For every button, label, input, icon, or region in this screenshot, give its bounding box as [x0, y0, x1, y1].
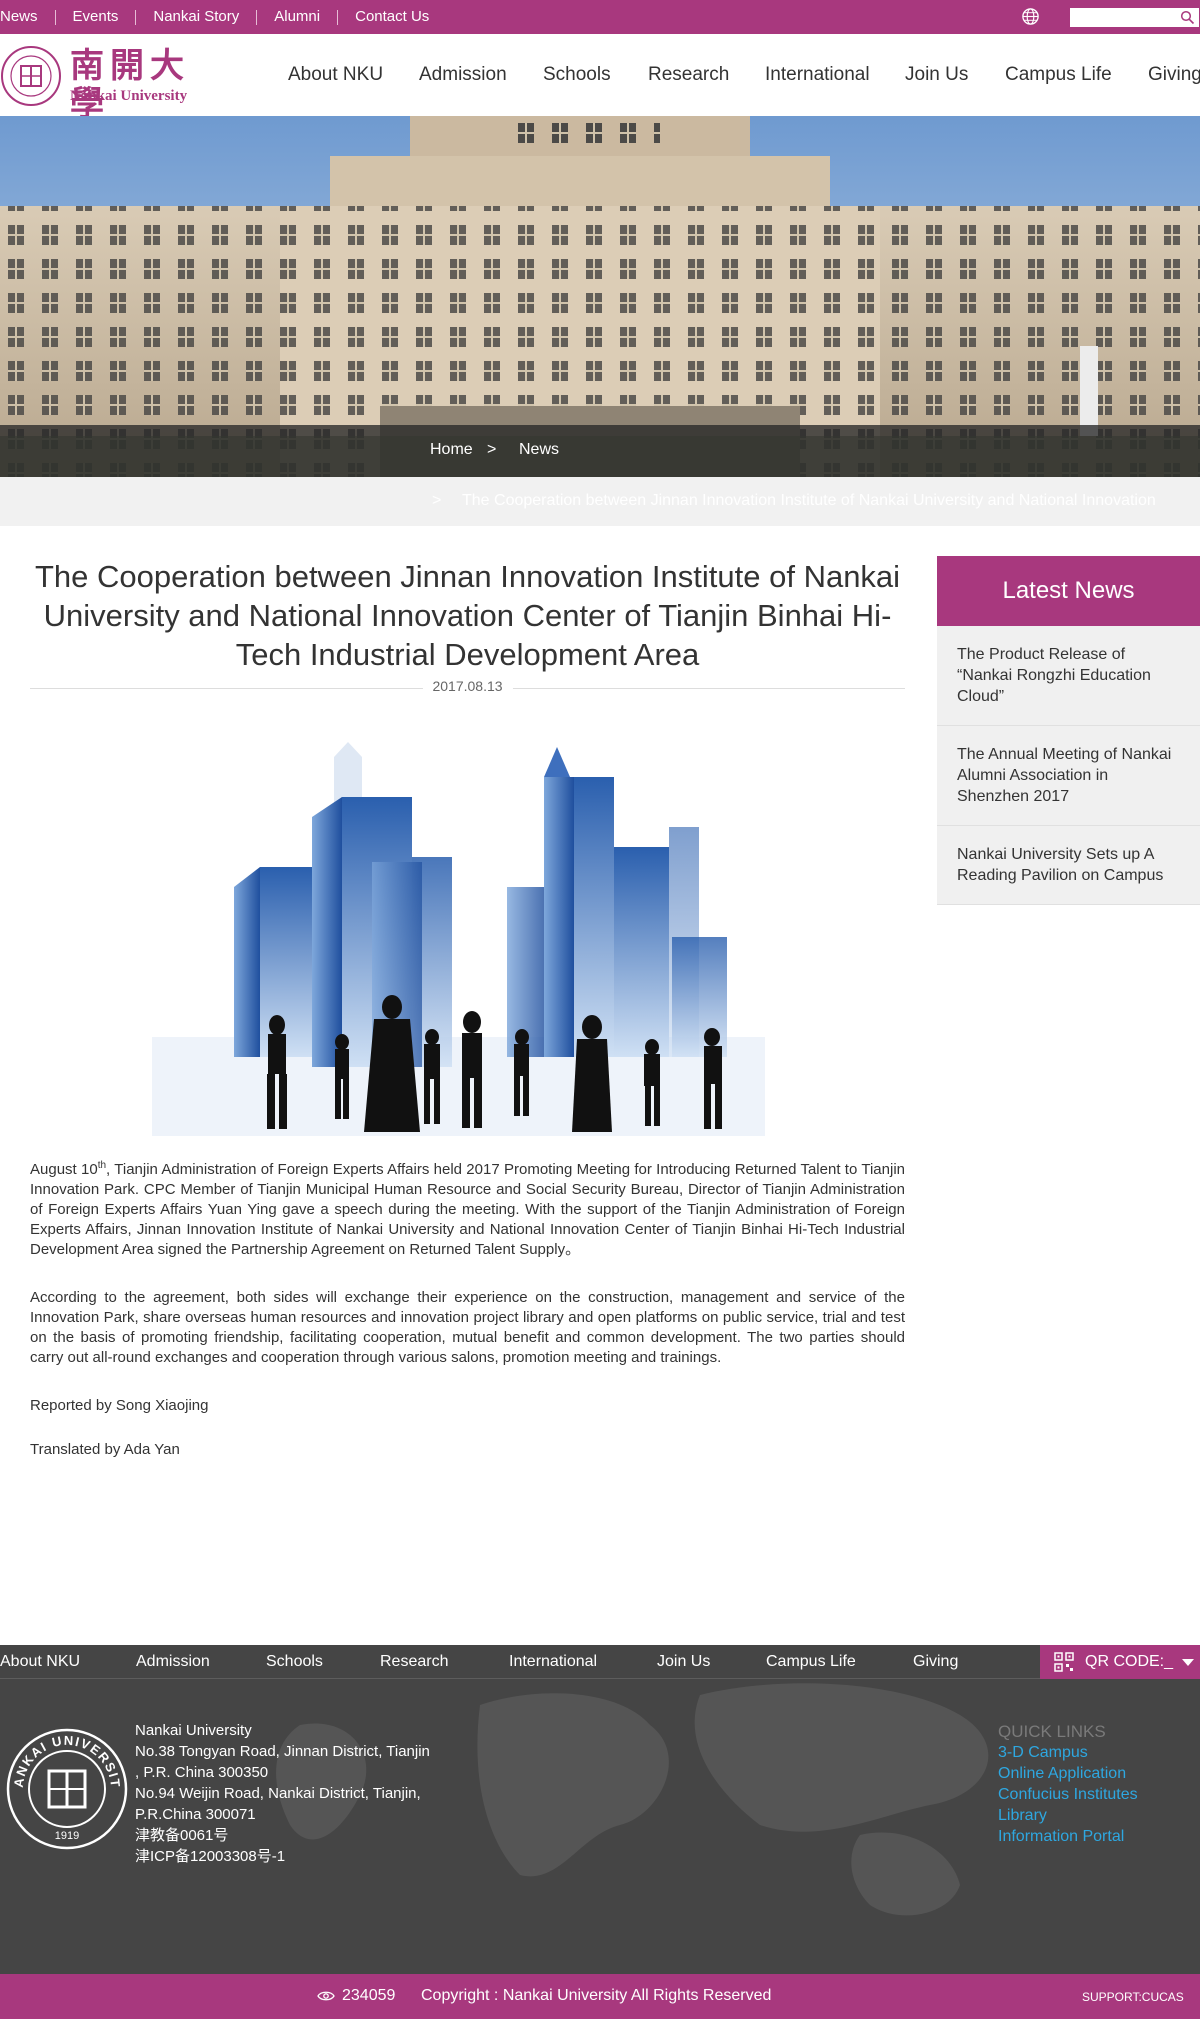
copyright-text: Copyright : Nankai University All Rights… — [421, 1987, 772, 2004]
quick-link-confucius-institutes[interactable]: Confucius Institutes — [998, 1784, 1138, 1805]
footer-nav-campus-life[interactable]: Campus Life — [766, 1653, 856, 1671]
copyright-bar: 234059 Copyright : Nankai University All… — [0, 1974, 1200, 2019]
article-date: 2017.08.13 — [422, 678, 513, 694]
footer-nav-join-us[interactable]: Join Us — [657, 1653, 710, 1671]
nav-international[interactable]: International — [765, 64, 870, 86]
address-line: No.94 Weijin Road, Nankai District, Tian… — [135, 1785, 421, 1802]
quick-link-information-portal[interactable]: Information Portal — [998, 1826, 1138, 1847]
divider — [337, 9, 339, 25]
visit-counter: 234059 — [342, 1987, 396, 2004]
campus-building-image — [0, 116, 1200, 477]
article-header: The Cooperation between Jinnan Innovatio… — [30, 555, 905, 708]
seal-year: 1919 — [55, 1830, 79, 1842]
breadcrumb-home[interactable]: Home — [430, 441, 473, 459]
top-links: News Events Nankai Story Alumni Contact … — [0, 0, 429, 34]
breadcrumb-separator: > — [432, 492, 442, 509]
footer-nav-international[interactable]: International — [509, 1653, 597, 1671]
top-link-nankai-story[interactable]: Nankai Story — [153, 0, 239, 34]
latest-news-item[interactable]: Nankai University Sets up A Reading Pavi… — [937, 826, 1200, 905]
top-bar: News Events Nankai Story Alumni Contact … — [0, 0, 1200, 34]
footer-nav-research[interactable]: Research — [380, 1653, 448, 1671]
breadcrumb-news[interactable]: News — [519, 441, 559, 459]
address-line: 津教备0061号 — [135, 1827, 229, 1844]
search-icon[interactable] — [1180, 10, 1195, 25]
footer-nav-admission[interactable]: Admission — [136, 1653, 210, 1671]
cityscape-people-illustration — [152, 737, 765, 1136]
quick-links: QUICK LINKS 3-D Campus Online Applicatio… — [998, 1721, 1138, 1847]
ordinal-suffix: th — [97, 1160, 107, 1171]
main-nav: About NKU Admission Schools Research Int… — [0, 34, 1200, 116]
address-line: 津ICP备12003308号-1 — [135, 1848, 286, 1865]
article-title: The Cooperation between Jinnan Innovatio… — [34, 559, 901, 672]
quick-link-3d-campus[interactable]: 3-D Campus — [998, 1742, 1138, 1763]
svg-text:NANKAI UNIVERSITY: NANKAI UNIVERSITY — [5, 1727, 123, 1789]
nav-schools[interactable]: Schools — [543, 64, 611, 86]
breadcrumb-current: The Cooperation between Jinnan Innovatio… — [462, 492, 1156, 509]
top-link-contact-us[interactable]: Contact Us — [355, 0, 429, 34]
footer-nav-about-nku[interactable]: About NKU — [0, 1653, 80, 1671]
qr-code-icon — [1054, 1652, 1074, 1672]
breadcrumb-current-bar: > The Cooperation between Jinnan Innovat… — [0, 477, 1200, 526]
address-line: P.R.China 300071 — [135, 1806, 256, 1823]
qr-code-toggle[interactable]: QR CODE:_ — [1040, 1645, 1200, 1679]
globe-icon[interactable] — [1021, 7, 1040, 26]
article-paragraph-1: August 10th, Tianjin Administration of F… — [30, 1160, 905, 1260]
nav-admission[interactable]: Admission — [419, 64, 507, 86]
article-paragraph-2: According to the agreement, both sides w… — [30, 1289, 905, 1366]
seal-text: NANKAI UNIVERSITY — [5, 1727, 122, 1789]
nav-giving[interactable]: Giving — [1148, 64, 1200, 86]
main-header: 南開大學 Nankai University About NKU Admissi… — [0, 34, 1200, 123]
article-reporter: Reported by Song Xiaojing — [30, 1397, 209, 1414]
footer-nav-schools[interactable]: Schools — [266, 1653, 323, 1671]
latest-news-item[interactable]: The Product Release of “Nankai Rongzhi E… — [937, 626, 1200, 726]
quick-link-library[interactable]: Library — [998, 1805, 1138, 1826]
hero-banner — [0, 116, 1200, 477]
top-link-news[interactable]: News — [0, 0, 38, 34]
paragraph-rest: , Tianjin Administration of Foreign Expe… — [30, 1161, 905, 1258]
nav-about-nku[interactable]: About NKU — [288, 64, 383, 86]
latest-news-item[interactable]: The Annual Meeting of Nankai Alumni Asso… — [937, 726, 1200, 826]
eye-icon — [317, 1991, 335, 2001]
university-seal: NANKAI UNIVERSITY 1919 — [5, 1727, 128, 1850]
quick-link-online-application[interactable]: Online Application — [998, 1763, 1138, 1784]
divider — [256, 9, 258, 25]
search-input[interactable] — [1070, 8, 1199, 27]
paragraph-lead: August 10 — [30, 1161, 98, 1178]
caret-down-icon — [1182, 1659, 1194, 1666]
breadcrumb-separator: > — [487, 441, 497, 458]
nav-research[interactable]: Research — [648, 64, 729, 86]
top-link-events[interactable]: Events — [73, 0, 119, 34]
footer-nav-giving[interactable]: Giving — [913, 1653, 958, 1671]
quick-links-heading: QUICK LINKS — [998, 1722, 1106, 1741]
latest-news-heading: Latest News — [937, 556, 1200, 626]
article-body: August 10th, Tianjin Administration of F… — [30, 1160, 905, 1480]
footer-address: Nankai University No.38 Tongyan Road, Ji… — [135, 1720, 465, 1867]
address-line: No.38 Tongyan Road, Jinnan District, Tia… — [135, 1743, 430, 1760]
divider — [54, 9, 56, 25]
article-translator: Translated by Ada Yan — [30, 1441, 180, 1458]
support-text[interactable]: SUPPORT:CUCAS — [1082, 1990, 1184, 2004]
article-date-row: 2017.08.13 — [30, 678, 905, 708]
footer: About NKU Admission Schools Research Int… — [0, 1645, 1200, 1974]
address-line: , P.R. China 300350 — [135, 1764, 269, 1781]
divider — [135, 9, 137, 25]
nav-campus-life[interactable]: Campus Life — [1005, 64, 1112, 86]
footer-nav: About NKU Admission Schools Research Int… — [0, 1645, 1200, 1679]
latest-news-sidebar: Latest News The Product Release of “Nank… — [937, 556, 1200, 905]
breadcrumb: Home > News — [0, 425, 1200, 477]
nav-join-us[interactable]: Join Us — [905, 64, 968, 86]
address-line: Nankai University — [135, 1722, 252, 1739]
qr-code-label: QR CODE:_ — [1085, 1653, 1174, 1670]
top-link-alumni[interactable]: Alumni — [274, 0, 320, 34]
